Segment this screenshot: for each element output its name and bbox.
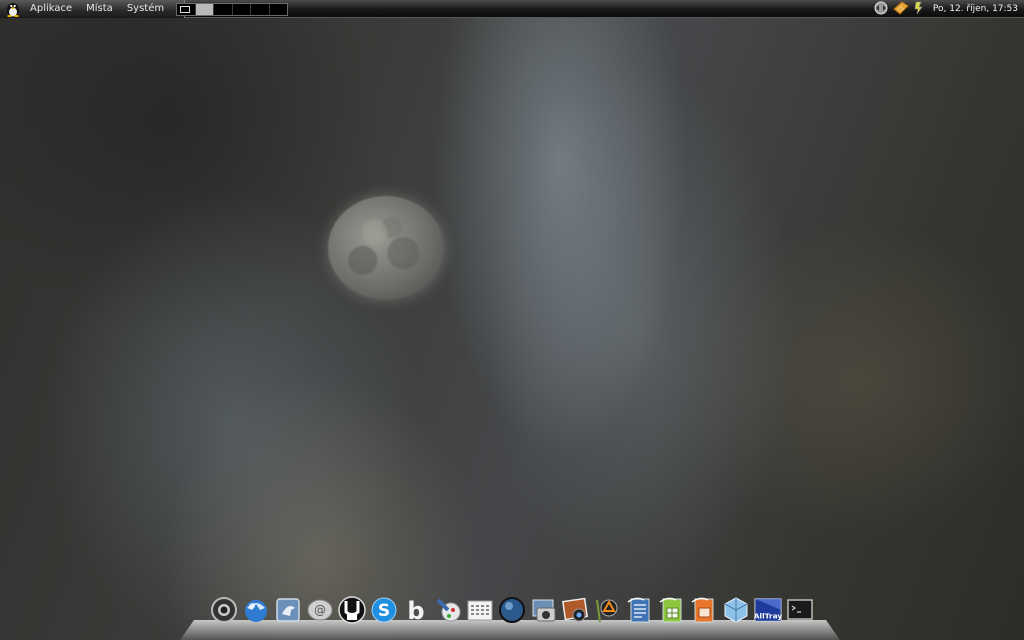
dock: @ S b AllTray (180, 592, 840, 640)
virtualbox-icon[interactable] (722, 595, 750, 625)
tools-icon[interactable] (434, 595, 462, 625)
bibletime-icon[interactable]: b (402, 595, 430, 625)
keyboard-layout-icon[interactable] (893, 0, 909, 18)
svg-text:b: b (407, 597, 424, 624)
dock-icon-row: @ S b AllTray (210, 595, 814, 625)
photo-camera-icon[interactable] (530, 595, 558, 625)
workspace-4[interactable] (233, 4, 251, 15)
moon-wallpaper-feature (328, 196, 444, 300)
email-icon[interactable]: @ (306, 595, 334, 625)
graphics-editor-icon[interactable] (594, 595, 622, 625)
desktop[interactable]: Aplikace Místa Systém Po, 12. říjen, 17:… (0, 0, 1024, 640)
workspace-5[interactable] (251, 4, 270, 15)
alltray-label: AllTray (754, 611, 782, 620)
workspace-1[interactable] (177, 4, 196, 15)
tux-logo-icon[interactable] (4, 1, 22, 17)
workspace-3[interactable] (214, 4, 233, 15)
mini-window (180, 6, 190, 13)
alltray-icon[interactable]: AllTray (754, 595, 782, 625)
writer-document-icon[interactable] (626, 595, 654, 625)
skype-icon[interactable]: S (370, 595, 398, 625)
spreadsheet-icon[interactable] (658, 595, 686, 625)
svg-text:S: S (378, 601, 390, 621)
menu-system[interactable]: Systém (127, 0, 164, 18)
clock[interactable]: Po, 12. říjen, 17:53 (933, 4, 1018, 14)
network-icon[interactable] (873, 1, 889, 18)
menu-bar: Aplikace Místa Systém (0, 0, 186, 18)
workspace-switcher (176, 3, 288, 16)
globe-icon[interactable] (498, 595, 526, 625)
power-icon[interactable] (913, 1, 925, 18)
ubuntu-one-icon[interactable] (338, 595, 366, 625)
chromium-icon[interactable] (210, 595, 238, 625)
menu-applications[interactable]: Aplikace (30, 0, 72, 18)
photo-viewer-icon[interactable] (562, 595, 590, 625)
calendar-icon[interactable] (466, 595, 494, 625)
workspace-2[interactable] (195, 4, 214, 15)
blue-sphere-icon[interactable] (242, 595, 270, 625)
presentation-icon[interactable] (690, 595, 718, 625)
workspace-6[interactable] (270, 4, 288, 15)
svg-text:@: @ (314, 603, 326, 617)
menu-places[interactable]: Místa (86, 0, 113, 18)
system-tray: Po, 12. říjen, 17:53 (869, 0, 1018, 18)
terminal-icon[interactable] (786, 595, 814, 625)
pidgin-icon[interactable] (274, 595, 302, 625)
top-panel: Aplikace Místa Systém Po, 12. říjen, 17:… (0, 0, 1024, 18)
